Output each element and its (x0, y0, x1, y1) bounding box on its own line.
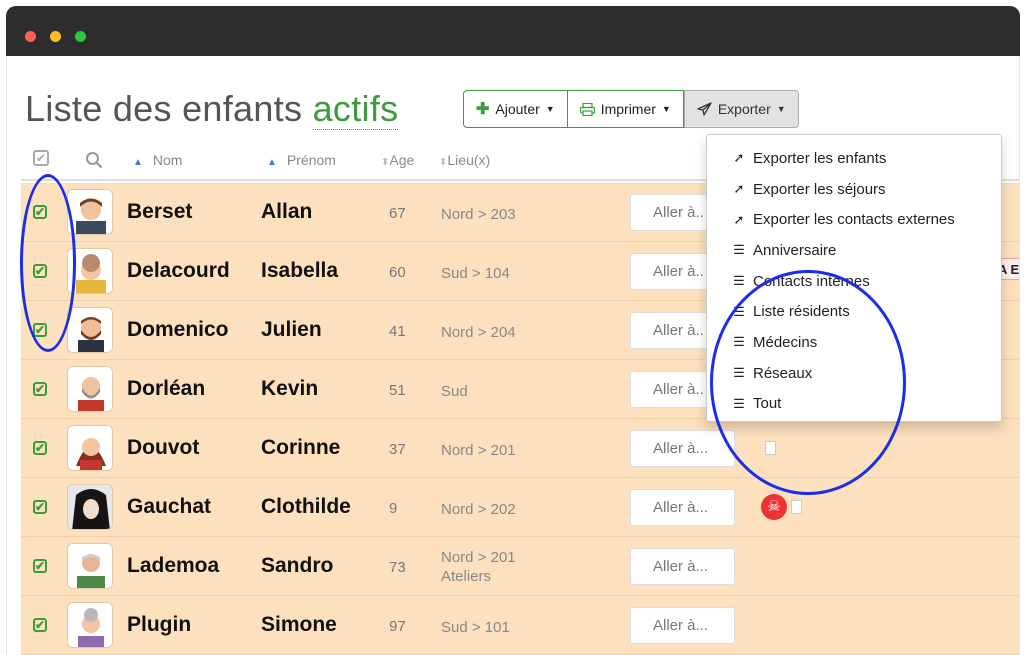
row-checkbox[interactable]: ✔ (33, 500, 47, 514)
maximize-window-button[interactable] (75, 31, 86, 42)
list-icon: ☰ (733, 242, 745, 258)
sort-asc-icon: ▲ (267, 157, 277, 168)
avatar (67, 602, 113, 648)
window-titlebar (6, 6, 1020, 56)
row-prenom: Corinne (261, 436, 341, 459)
table-row[interactable]: ✔ Lademoa Sandro 73 Nord > 201 Ateliers … (21, 537, 1019, 596)
caret-down-icon: ▼ (545, 104, 555, 114)
add-button-label: Ajouter (495, 101, 540, 117)
column-nom[interactable]: ▲ Nom (133, 152, 182, 168)
row-nom: Gauchat (127, 495, 212, 518)
row-nom: Lademoa (127, 554, 220, 577)
row-prenom: Allan (261, 200, 313, 223)
row-lieu: Nord > 202 (441, 501, 516, 518)
caret-down-icon: ▼ (661, 104, 671, 114)
row-age: 41 (389, 323, 406, 340)
row-nom: Plugin (127, 613, 192, 636)
row-nom: Domenico (127, 318, 229, 341)
row-lieu: Sud > 104 (441, 265, 510, 282)
row-lieu: Nord > 201 (441, 442, 516, 459)
row-prenom: Kevin (261, 377, 319, 400)
row-prenom: Clothilde (261, 495, 351, 518)
list-icon: ☰ (733, 273, 745, 289)
printer-icon (579, 102, 595, 116)
paper-plane-icon: ➚ (733, 150, 745, 166)
row-age: 51 (389, 382, 406, 399)
annotation-circle-menu-items (710, 270, 906, 495)
column-age[interactable]: ⬍Age (381, 152, 414, 168)
row-checkbox[interactable]: ✔ (33, 441, 47, 455)
select-all-checkbox[interactable]: ✔ (33, 150, 49, 166)
menu-item-export-stays[interactable]: ➚ Exporter les séjours (707, 174, 1001, 205)
row-prenom: Julien (261, 318, 322, 341)
menu-item-birthday[interactable]: ☰ Anniversaire (707, 235, 1001, 266)
table-row[interactable]: ✔ Plugin Simone 97 Sud > 101 Aller à... (21, 596, 1019, 655)
row-prenom: Sandro (261, 554, 334, 577)
row-nom: Berset (127, 200, 193, 223)
annotation-circle-checkboxes (20, 174, 76, 352)
sort-asc-icon: ▲ (133, 157, 143, 168)
avatar (67, 543, 113, 589)
avatar (67, 366, 113, 412)
add-button[interactable]: ✚ Ajouter ▼ (463, 90, 568, 128)
document-icon[interactable] (791, 500, 802, 514)
row-lieu: Sud > 101 (441, 619, 510, 636)
row-lieu: Sud (441, 383, 468, 400)
column-prenom[interactable]: ▲ Prénom (267, 152, 336, 168)
row-age: 67 (389, 205, 406, 222)
table-row[interactable]: ✔ Gauchat Clothilde 9 Nord > 202 Aller à… (21, 478, 1019, 537)
row-age: 60 (389, 264, 406, 281)
row-lieu: Nord > 203 (441, 206, 516, 223)
row-lieu: Nord > 201 Ateliers (441, 549, 516, 585)
paper-plane-icon: ➚ (733, 211, 745, 227)
avatar (67, 189, 113, 235)
search-icon[interactable] (85, 151, 103, 169)
row-nom: Douvot (127, 436, 200, 459)
caret-down-icon: ▼ (776, 104, 786, 114)
row-lieu: Nord > 204 (441, 324, 516, 341)
row-nom: Delacourd (127, 259, 230, 282)
print-button-label: Imprimer (600, 101, 656, 117)
row-checkbox[interactable]: ✔ (33, 382, 47, 396)
row-checkbox[interactable]: ✔ (33, 559, 47, 573)
page-title-filter[interactable]: actifs (312, 88, 399, 130)
avatar (67, 307, 113, 353)
row-age: 9 (389, 500, 398, 517)
toolbar: ✚ Ajouter ▼ Imprimer ▼ Exporter ▼ (463, 90, 799, 128)
row-age: 73 (389, 559, 406, 576)
main-content: Liste des enfants actifs ✚ Ajouter ▼ Imp… (6, 56, 1020, 655)
avatar (67, 425, 113, 471)
goto-button[interactable]: Aller à... (630, 548, 735, 585)
row-checkbox[interactable]: ✔ (33, 618, 47, 632)
row-age: 97 (389, 618, 406, 635)
minimize-window-button[interactable] (50, 31, 61, 42)
menu-item-export-children[interactable]: ➚ Exporter les enfants (707, 143, 1001, 174)
goto-button[interactable]: Aller à... (630, 607, 735, 644)
row-nom: Dorléan (127, 377, 206, 400)
paper-plane-icon (697, 102, 712, 116)
row-age: 37 (389, 441, 406, 458)
column-lieux[interactable]: ⬍Lieu(x) (439, 152, 490, 168)
menu-item-export-external-contacts[interactable]: ➚ Exporter les contacts externes (707, 204, 1001, 235)
goto-button[interactable]: Aller à... (630, 489, 735, 526)
paper-plane-icon: ➚ (733, 181, 745, 197)
page-title-prefix: Liste des enfants (25, 88, 303, 129)
skull-icon: ☠ (761, 494, 787, 520)
export-button-label: Exporter (717, 101, 771, 117)
close-window-button[interactable] (25, 31, 36, 42)
row-prenom: Isabella (261, 259, 339, 282)
goto-button[interactable]: Aller à... (630, 430, 735, 467)
page-title: Liste des enfants actifs (25, 88, 399, 130)
plus-icon: ✚ (476, 101, 490, 118)
print-button[interactable]: Imprimer ▼ (567, 90, 684, 128)
avatar (67, 484, 113, 530)
row-prenom: Simone (261, 613, 337, 636)
export-button[interactable]: Exporter ▼ (683, 90, 799, 128)
